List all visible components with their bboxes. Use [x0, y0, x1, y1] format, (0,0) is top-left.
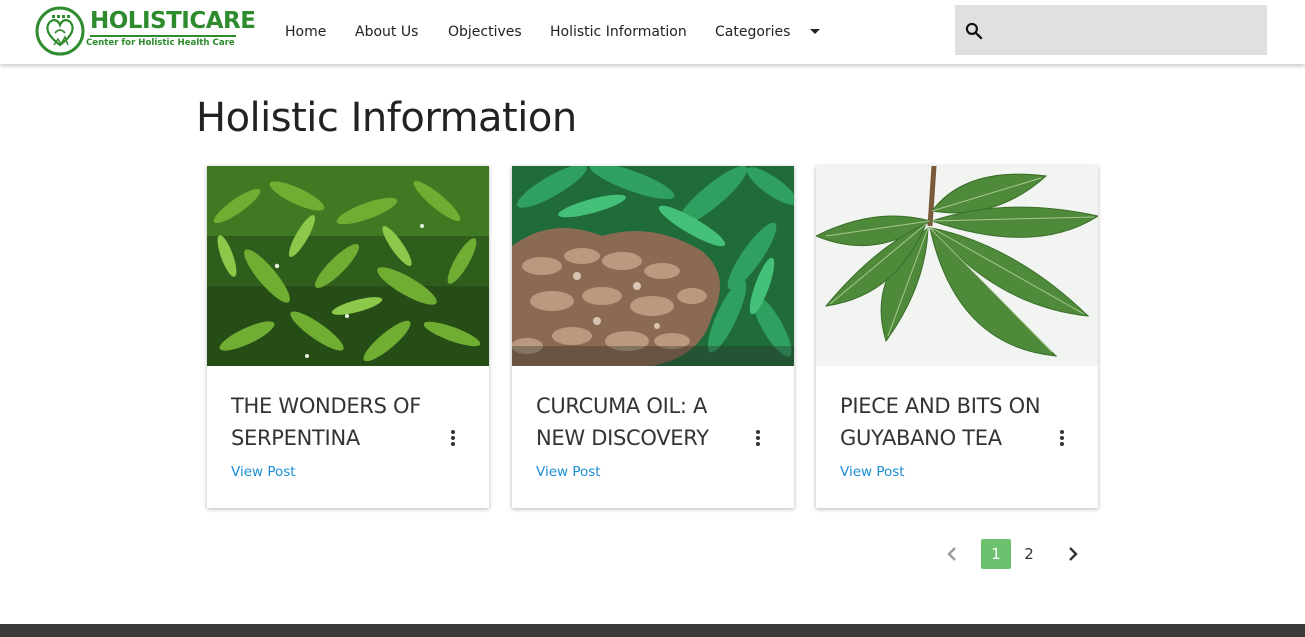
post-card: CURCUMA OIL: A NEW DISCOVERY View Post — [512, 166, 794, 508]
post-card: PIECE AND BITS ON GUYABANO TEA View Post — [816, 166, 1098, 508]
brand-tagline: Center for Holistic Health Care — [86, 38, 235, 48]
more-options-icon[interactable] — [1054, 429, 1070, 447]
nav-objectives-link[interactable]: Objectives — [448, 22, 522, 42]
nav-home-link[interactable]: Home — [285, 22, 326, 42]
post-title[interactable]: THE WONDERS OF SERPENTINA — [231, 390, 441, 454]
page-button-1[interactable]: 1 — [981, 539, 1011, 569]
view-post-link[interactable]: View Post — [536, 464, 601, 480]
post-image-serpentina[interactable] — [207, 166, 489, 366]
page-button-2[interactable]: 2 — [1014, 539, 1044, 569]
post-image-guyabano[interactable] — [816, 166, 1098, 366]
brand-divider — [90, 35, 236, 37]
search-input[interactable] — [993, 5, 1263, 55]
search-bar[interactable] — [955, 5, 1267, 55]
page-title: Holistic Information — [196, 95, 577, 141]
chevron-left-icon[interactable] — [942, 544, 962, 564]
nav-categories-link[interactable]: Categories — [715, 22, 790, 42]
chevron-right-icon[interactable] — [1063, 544, 1083, 564]
search-icon[interactable] — [964, 21, 984, 41]
nav-about-us-link[interactable]: About Us — [355, 22, 418, 42]
post-title[interactable]: CURCUMA OIL: A NEW DISCOVERY — [536, 390, 746, 454]
view-post-link[interactable]: View Post — [231, 464, 296, 480]
footer-bar — [0, 624, 1305, 637]
holisticare-logo[interactable]: HOLISTICARE Center for Holistic Health C… — [34, 5, 256, 57]
post-card: THE WONDERS OF SERPENTINA View Post — [207, 166, 489, 508]
categories-dropdown-caret-icon[interactable] — [810, 29, 820, 34]
nav-holistic-information-link[interactable]: Holistic Information — [550, 22, 687, 42]
view-post-link[interactable]: View Post — [840, 464, 905, 480]
more-options-icon[interactable] — [445, 429, 461, 447]
brand-name: HOLISTICARE — [90, 8, 256, 34]
post-image-curcuma[interactable] — [512, 166, 794, 366]
more-options-icon[interactable] — [750, 429, 766, 447]
top-navbar: HOLISTICARE Center for Holistic Health C… — [0, 0, 1305, 64]
logo-heart-icon — [35, 6, 85, 56]
post-title[interactable]: PIECE AND BITS ON GUYABANO TEA — [840, 390, 1050, 454]
